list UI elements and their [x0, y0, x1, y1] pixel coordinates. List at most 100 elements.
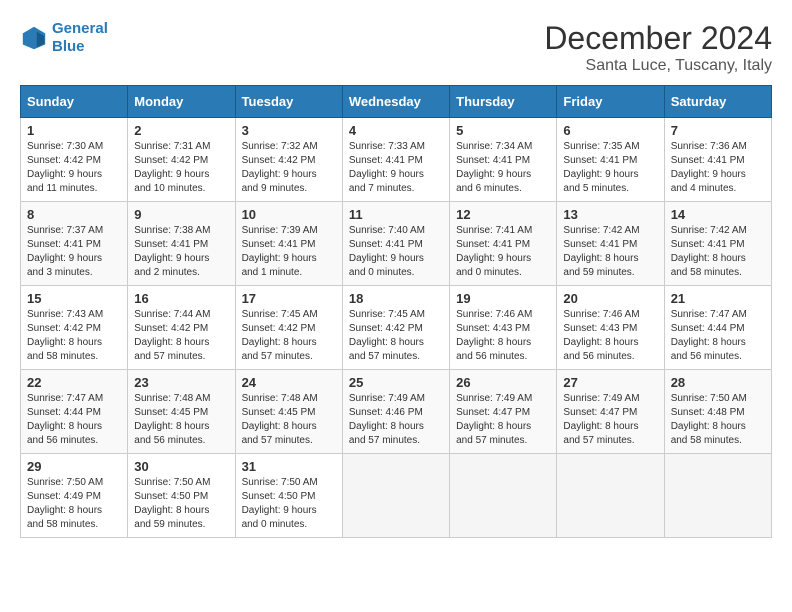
day-info: Sunrise: 7:41 AM Sunset: 4:41 PM Dayligh… [456, 224, 550, 280]
day-number: 14 [671, 207, 765, 222]
day-number: 29 [27, 459, 121, 474]
day-number: 23 [134, 375, 228, 390]
calendar-cell [342, 454, 449, 538]
calendar-cell: 24 Sunrise: 7:48 AM Sunset: 4:45 PM Dayl… [235, 370, 342, 454]
calendar-table: SundayMondayTuesdayWednesdayThursdayFrid… [20, 85, 772, 538]
title-area: December 2024 Santa Luce, Tuscany, Italy [544, 20, 772, 75]
day-number: 25 [349, 375, 443, 390]
logo-icon [20, 24, 48, 52]
week-row-3: 15 Sunrise: 7:43 AM Sunset: 4:42 PM Dayl… [21, 286, 772, 370]
day-number: 16 [134, 291, 228, 306]
day-number: 21 [671, 291, 765, 306]
calendar-cell: 10 Sunrise: 7:39 AM Sunset: 4:41 PM Dayl… [235, 202, 342, 286]
calendar-cell: 27 Sunrise: 7:49 AM Sunset: 4:47 PM Dayl… [557, 370, 664, 454]
day-number: 30 [134, 459, 228, 474]
calendar-cell: 29 Sunrise: 7:50 AM Sunset: 4:49 PM Dayl… [21, 454, 128, 538]
day-number: 26 [456, 375, 550, 390]
day-info: Sunrise: 7:32 AM Sunset: 4:42 PM Dayligh… [242, 140, 336, 196]
week-row-4: 22 Sunrise: 7:47 AM Sunset: 4:44 PM Dayl… [21, 370, 772, 454]
calendar-cell: 2 Sunrise: 7:31 AM Sunset: 4:42 PM Dayli… [128, 118, 235, 202]
day-number: 12 [456, 207, 550, 222]
day-info: Sunrise: 7:47 AM Sunset: 4:44 PM Dayligh… [671, 308, 765, 364]
day-info: Sunrise: 7:50 AM Sunset: 4:50 PM Dayligh… [242, 476, 336, 532]
day-info: Sunrise: 7:45 AM Sunset: 4:42 PM Dayligh… [242, 308, 336, 364]
calendar-cell: 3 Sunrise: 7:32 AM Sunset: 4:42 PM Dayli… [235, 118, 342, 202]
day-info: Sunrise: 7:40 AM Sunset: 4:41 PM Dayligh… [349, 224, 443, 280]
calendar-cell: 9 Sunrise: 7:38 AM Sunset: 4:41 PM Dayli… [128, 202, 235, 286]
calendar-cell: 12 Sunrise: 7:41 AM Sunset: 4:41 PM Dayl… [450, 202, 557, 286]
day-number: 28 [671, 375, 765, 390]
day-info: Sunrise: 7:36 AM Sunset: 4:41 PM Dayligh… [671, 140, 765, 196]
calendar-cell: 19 Sunrise: 7:46 AM Sunset: 4:43 PM Dayl… [450, 286, 557, 370]
calendar-cell: 8 Sunrise: 7:37 AM Sunset: 4:41 PM Dayli… [21, 202, 128, 286]
day-number: 15 [27, 291, 121, 306]
calendar-cell: 7 Sunrise: 7:36 AM Sunset: 4:41 PM Dayli… [664, 118, 771, 202]
calendar-cell: 11 Sunrise: 7:40 AM Sunset: 4:41 PM Dayl… [342, 202, 449, 286]
day-number: 9 [134, 207, 228, 222]
calendar-cell: 4 Sunrise: 7:33 AM Sunset: 4:41 PM Dayli… [342, 118, 449, 202]
day-info: Sunrise: 7:49 AM Sunset: 4:46 PM Dayligh… [349, 392, 443, 448]
week-row-5: 29 Sunrise: 7:50 AM Sunset: 4:49 PM Dayl… [21, 454, 772, 538]
day-info: Sunrise: 7:42 AM Sunset: 4:41 PM Dayligh… [563, 224, 657, 280]
day-info: Sunrise: 7:50 AM Sunset: 4:48 PM Dayligh… [671, 392, 765, 448]
calendar-cell: 20 Sunrise: 7:46 AM Sunset: 4:43 PM Dayl… [557, 286, 664, 370]
day-info: Sunrise: 7:48 AM Sunset: 4:45 PM Dayligh… [242, 392, 336, 448]
subtitle: Santa Luce, Tuscany, Italy [544, 57, 772, 75]
col-header-friday: Friday [557, 86, 664, 118]
calendar-cell [450, 454, 557, 538]
calendar-cell: 30 Sunrise: 7:50 AM Sunset: 4:50 PM Dayl… [128, 454, 235, 538]
col-header-tuesday: Tuesday [235, 86, 342, 118]
col-header-saturday: Saturday [664, 86, 771, 118]
day-number: 6 [563, 123, 657, 138]
day-info: Sunrise: 7:50 AM Sunset: 4:50 PM Dayligh… [134, 476, 228, 532]
day-number: 3 [242, 123, 336, 138]
calendar-cell: 23 Sunrise: 7:48 AM Sunset: 4:45 PM Dayl… [128, 370, 235, 454]
day-info: Sunrise: 7:45 AM Sunset: 4:42 PM Dayligh… [349, 308, 443, 364]
day-number: 8 [27, 207, 121, 222]
col-header-sunday: Sunday [21, 86, 128, 118]
day-info: Sunrise: 7:49 AM Sunset: 4:47 PM Dayligh… [456, 392, 550, 448]
day-info: Sunrise: 7:47 AM Sunset: 4:44 PM Dayligh… [27, 392, 121, 448]
calendar-cell: 14 Sunrise: 7:42 AM Sunset: 4:41 PM Dayl… [664, 202, 771, 286]
header: General Blue December 2024 Santa Luce, T… [20, 20, 772, 75]
day-info: Sunrise: 7:33 AM Sunset: 4:41 PM Dayligh… [349, 140, 443, 196]
day-number: 4 [349, 123, 443, 138]
day-number: 22 [27, 375, 121, 390]
week-row-2: 8 Sunrise: 7:37 AM Sunset: 4:41 PM Dayli… [21, 202, 772, 286]
day-info: Sunrise: 7:34 AM Sunset: 4:41 PM Dayligh… [456, 140, 550, 196]
day-info: Sunrise: 7:38 AM Sunset: 4:41 PM Dayligh… [134, 224, 228, 280]
week-row-1: 1 Sunrise: 7:30 AM Sunset: 4:42 PM Dayli… [21, 118, 772, 202]
calendar-cell: 16 Sunrise: 7:44 AM Sunset: 4:42 PM Dayl… [128, 286, 235, 370]
day-info: Sunrise: 7:44 AM Sunset: 4:42 PM Dayligh… [134, 308, 228, 364]
day-number: 10 [242, 207, 336, 222]
day-info: Sunrise: 7:42 AM Sunset: 4:41 PM Dayligh… [671, 224, 765, 280]
calendar-cell: 17 Sunrise: 7:45 AM Sunset: 4:42 PM Dayl… [235, 286, 342, 370]
day-number: 17 [242, 291, 336, 306]
day-info: Sunrise: 7:31 AM Sunset: 4:42 PM Dayligh… [134, 140, 228, 196]
day-info: Sunrise: 7:46 AM Sunset: 4:43 PM Dayligh… [456, 308, 550, 364]
day-number: 5 [456, 123, 550, 138]
day-number: 24 [242, 375, 336, 390]
calendar-cell: 21 Sunrise: 7:47 AM Sunset: 4:44 PM Dayl… [664, 286, 771, 370]
calendar-cell: 31 Sunrise: 7:50 AM Sunset: 4:50 PM Dayl… [235, 454, 342, 538]
day-info: Sunrise: 7:50 AM Sunset: 4:49 PM Dayligh… [27, 476, 121, 532]
calendar-cell: 6 Sunrise: 7:35 AM Sunset: 4:41 PM Dayli… [557, 118, 664, 202]
main-title: December 2024 [544, 20, 772, 57]
day-info: Sunrise: 7:48 AM Sunset: 4:45 PM Dayligh… [134, 392, 228, 448]
calendar-cell: 13 Sunrise: 7:42 AM Sunset: 4:41 PM Dayl… [557, 202, 664, 286]
day-number: 11 [349, 207, 443, 222]
day-info: Sunrise: 7:43 AM Sunset: 4:42 PM Dayligh… [27, 308, 121, 364]
day-number: 1 [27, 123, 121, 138]
calendar-cell: 22 Sunrise: 7:47 AM Sunset: 4:44 PM Dayl… [21, 370, 128, 454]
calendar-cell: 25 Sunrise: 7:49 AM Sunset: 4:46 PM Dayl… [342, 370, 449, 454]
calendar-cell: 26 Sunrise: 7:49 AM Sunset: 4:47 PM Dayl… [450, 370, 557, 454]
logo: General Blue [20, 20, 108, 56]
calendar-cell: 18 Sunrise: 7:45 AM Sunset: 4:42 PM Dayl… [342, 286, 449, 370]
calendar-cell: 1 Sunrise: 7:30 AM Sunset: 4:42 PM Dayli… [21, 118, 128, 202]
day-number: 27 [563, 375, 657, 390]
day-info: Sunrise: 7:37 AM Sunset: 4:41 PM Dayligh… [27, 224, 121, 280]
col-header-monday: Monday [128, 86, 235, 118]
day-info: Sunrise: 7:49 AM Sunset: 4:47 PM Dayligh… [563, 392, 657, 448]
day-number: 20 [563, 291, 657, 306]
day-info: Sunrise: 7:39 AM Sunset: 4:41 PM Dayligh… [242, 224, 336, 280]
